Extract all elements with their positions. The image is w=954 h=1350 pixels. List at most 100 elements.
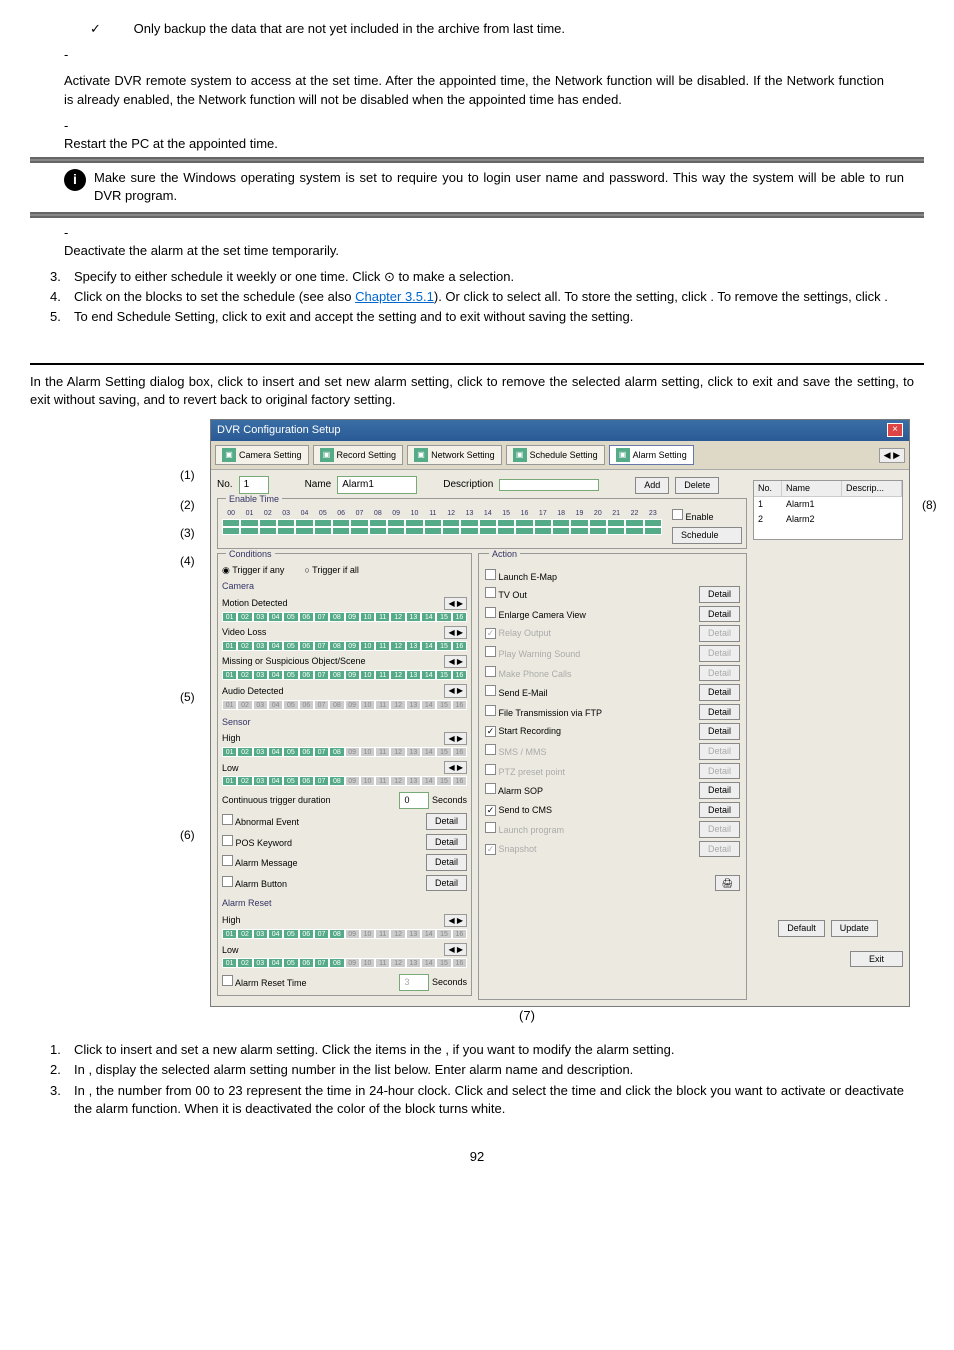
camera-cell[interactable]: 02 xyxy=(237,641,252,651)
camera-cell[interactable]: 14 xyxy=(421,612,436,622)
reset-high-arrows[interactable]: ◀ ▶ xyxy=(444,914,467,927)
camera-cell[interactable]: 04 xyxy=(268,612,283,622)
alarmmsg-chk[interactable] xyxy=(222,855,233,866)
time-block[interactable] xyxy=(222,519,240,527)
time-block[interactable] xyxy=(387,519,405,527)
camera-cell[interactable]: 13 xyxy=(406,958,421,968)
enable-checkbox[interactable] xyxy=(672,509,683,520)
alarmbtn-chk[interactable] xyxy=(222,876,233,887)
camera-cell[interactable]: 05 xyxy=(283,641,298,651)
camera-cell[interactable]: 07 xyxy=(314,612,329,622)
camera-cell[interactable]: 02 xyxy=(237,700,252,710)
camera-cell[interactable]: 12 xyxy=(390,958,405,968)
reset-low-arrows[interactable]: ◀ ▶ xyxy=(444,943,467,956)
camera-cell[interactable]: 12 xyxy=(390,670,405,680)
camera-cell[interactable]: 07 xyxy=(314,700,329,710)
camera-cell[interactable]: 11 xyxy=(375,747,390,757)
camera-cell[interactable]: 05 xyxy=(283,747,298,757)
camera-cell[interactable]: 09 xyxy=(345,747,360,757)
camera-cell[interactable]: 02 xyxy=(237,670,252,680)
camera-cell[interactable]: 03 xyxy=(253,641,268,651)
camera-cell[interactable]: 11 xyxy=(375,929,390,939)
camera-cell[interactable]: 01 xyxy=(222,670,237,680)
camera-cell[interactable]: 01 xyxy=(222,776,237,786)
action-detail-button[interactable]: Detail xyxy=(699,645,740,662)
action-checkbox[interactable] xyxy=(485,744,496,755)
camera-cell[interactable]: 08 xyxy=(329,670,344,680)
motion-arrows[interactable]: ◀ ▶ xyxy=(444,597,467,610)
camera-cell[interactable]: 13 xyxy=(406,776,421,786)
time-block[interactable] xyxy=(497,519,515,527)
action-detail-button[interactable]: Detail xyxy=(699,665,740,682)
action-detail-button[interactable]: Detail xyxy=(699,684,740,701)
time-block[interactable] xyxy=(259,527,277,535)
camera-cell[interactable]: 02 xyxy=(237,747,252,757)
camera-cell[interactable]: 09 xyxy=(345,958,360,968)
camera-cell[interactable]: 08 xyxy=(329,958,344,968)
camera-cell[interactable]: 10 xyxy=(360,612,375,622)
time-block[interactable] xyxy=(644,527,662,535)
camera-cell[interactable]: 09 xyxy=(345,776,360,786)
missing-arrows[interactable]: ◀ ▶ xyxy=(444,655,467,668)
camera-cell[interactable]: 13 xyxy=(406,670,421,680)
action-checkbox[interactable] xyxy=(485,705,496,716)
camera-cell[interactable]: 15 xyxy=(436,776,451,786)
camera-cell[interactable]: 11 xyxy=(375,776,390,786)
camera-cell[interactable]: 05 xyxy=(283,929,298,939)
camera-cell[interactable]: 15 xyxy=(436,747,451,757)
time-block[interactable] xyxy=(369,519,387,527)
camera-cell[interactable]: 11 xyxy=(375,958,390,968)
camera-cell[interactable]: 14 xyxy=(421,700,436,710)
update-button[interactable]: Update xyxy=(831,920,878,937)
tab-schedule-setting[interactable]: ▣Schedule Setting xyxy=(506,445,605,465)
camera-cell[interactable]: 04 xyxy=(268,776,283,786)
camera-cell[interactable]: 10 xyxy=(360,747,375,757)
time-block[interactable] xyxy=(479,519,497,527)
camera-cell[interactable]: 14 xyxy=(421,670,436,680)
action-detail-button[interactable]: Detail xyxy=(699,763,740,780)
camera-cell[interactable]: 02 xyxy=(237,958,252,968)
camera-cell[interactable]: 07 xyxy=(314,747,329,757)
camera-cell[interactable]: 10 xyxy=(360,700,375,710)
sensor-low-arrows[interactable]: ◀ ▶ xyxy=(444,761,467,774)
camera-cell[interactable]: 05 xyxy=(283,700,298,710)
action-checkbox[interactable] xyxy=(485,685,496,696)
time-block[interactable] xyxy=(405,527,423,535)
time-block[interactable] xyxy=(442,519,460,527)
time-block[interactable] xyxy=(607,527,625,535)
camera-cell[interactable]: 03 xyxy=(253,776,268,786)
delete-button[interactable]: Delete xyxy=(675,477,719,494)
camera-cell[interactable]: 01 xyxy=(222,929,237,939)
chapter-link[interactable]: Chapter 3.5.1 xyxy=(355,289,434,304)
camera-cell[interactable]: 08 xyxy=(329,776,344,786)
time-block[interactable] xyxy=(277,519,295,527)
camera-cell[interactable]: 16 xyxy=(452,612,467,622)
time-block[interactable] xyxy=(405,519,423,527)
camera-cell[interactable]: 02 xyxy=(237,612,252,622)
camera-cell[interactable]: 15 xyxy=(436,612,451,622)
action-detail-button[interactable]: Detail xyxy=(699,586,740,603)
action-checkbox[interactable] xyxy=(485,607,496,618)
no-input[interactable]: 1 xyxy=(239,476,269,494)
action-checkbox[interactable]: ✓ xyxy=(485,844,496,855)
action-checkbox[interactable] xyxy=(485,666,496,677)
action-checkbox[interactable] xyxy=(485,646,496,657)
camera-cell[interactable]: 13 xyxy=(406,747,421,757)
camera-cell[interactable]: 03 xyxy=(253,612,268,622)
action-detail-button[interactable]: Detail xyxy=(699,841,740,858)
time-block[interactable] xyxy=(332,519,350,527)
camera-cell[interactable]: 14 xyxy=(421,747,436,757)
camera-cell[interactable]: 05 xyxy=(283,776,298,786)
camera-cell[interactable]: 03 xyxy=(253,747,268,757)
camera-cell[interactable]: 02 xyxy=(237,929,252,939)
action-detail-button[interactable]: Detail xyxy=(699,821,740,838)
camera-cell[interactable]: 04 xyxy=(268,670,283,680)
camera-cell[interactable]: 01 xyxy=(222,747,237,757)
time-block[interactable] xyxy=(552,519,570,527)
camera-cell[interactable]: 10 xyxy=(360,958,375,968)
camera-cell[interactable]: 03 xyxy=(253,670,268,680)
camera-cell[interactable]: 07 xyxy=(314,776,329,786)
sensor-high-arrows[interactable]: ◀ ▶ xyxy=(444,732,467,745)
camera-cell[interactable]: 01 xyxy=(222,958,237,968)
audio-arrows[interactable]: ◀ ▶ xyxy=(444,684,467,697)
